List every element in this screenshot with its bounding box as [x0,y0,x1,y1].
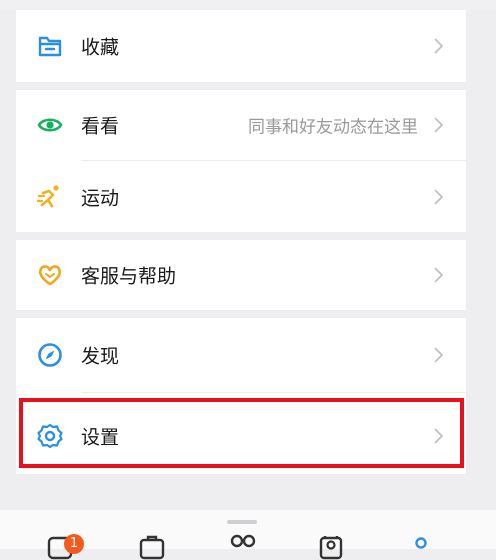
moments-row[interactable]: 看看 同事和好友动态在这里 [16,90,466,160]
moments-description: 同事和好友动态在这里 [248,117,418,138]
drag-handle[interactable] [227,520,257,524]
discover-label: 发现 [81,345,120,368]
sports-label: 运动 [81,187,120,209]
chevron-right-icon [434,267,444,283]
favorites-card: 收藏 [16,10,466,82]
support-label: 客服与帮助 [81,265,177,288]
top-separator [0,0,496,10]
messages-badge: 1 [64,534,84,554]
support-card: 客服与帮助 [16,240,466,310]
running-person-icon [36,184,59,207]
eye-icon [37,118,63,132]
settings-row[interactable]: 设置 [16,398,466,474]
chevron-right-icon [434,188,444,205]
compass-icon [38,343,62,367]
sports-row[interactable]: 运动 [16,161,466,232]
chevron-right-icon [434,347,444,363]
favorites-row[interactable]: 收藏 [16,10,466,82]
heart-icon [39,265,61,286]
row-divider [81,392,466,393]
support-row[interactable]: 客服与帮助 [16,240,466,310]
gear-icon [37,423,63,449]
moments-sports-card: 看看 同事和好友动态在这里 运动 [16,90,466,232]
favorites-label: 收藏 [81,36,120,59]
me-tab-icon[interactable] [406,530,436,560]
chevron-right-icon [434,428,444,444]
settings-label: 设置 [81,426,120,449]
apps-tab-icon[interactable] [228,530,258,560]
discover-settings-card: 发现 设置 [16,318,466,474]
contacts-tab-icon[interactable] [316,530,346,560]
folder-icon [38,36,62,57]
chevron-right-icon [434,117,444,133]
discover-row[interactable]: 发现 [16,318,466,392]
workbench-tab-icon[interactable] [137,530,167,560]
moments-label: 看看 [81,115,120,138]
chevron-right-icon [434,38,444,54]
